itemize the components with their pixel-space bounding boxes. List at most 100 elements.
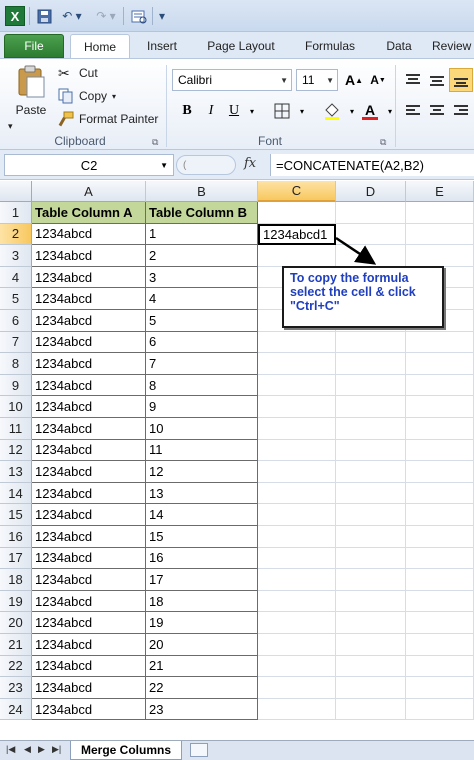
- insert-sheet-icon[interactable]: [190, 743, 208, 757]
- align-left-button[interactable]: [401, 99, 425, 123]
- table-cell[interactable]: 1234abcd: [32, 504, 146, 526]
- row-header[interactable]: 10: [0, 396, 32, 418]
- row-header[interactable]: 5: [0, 288, 32, 310]
- table-cell[interactable]: 14: [146, 504, 258, 526]
- table-cell[interactable]: 22: [146, 677, 258, 699]
- empty-cell[interactable]: [406, 655, 474, 678]
- empty-cell[interactable]: [258, 569, 336, 591]
- font-launcher-icon[interactable]: ⧉: [380, 137, 386, 148]
- table-cell[interactable]: 1234abcd: [32, 526, 146, 548]
- align-middle-button[interactable]: [425, 68, 449, 92]
- tab-home[interactable]: Home: [70, 34, 130, 59]
- row-header[interactable]: 4: [0, 266, 32, 289]
- empty-cell[interactable]: [336, 461, 406, 483]
- row-header[interactable]: 13: [0, 461, 32, 483]
- empty-cell[interactable]: [406, 223, 474, 246]
- table-cell[interactable]: 8: [146, 374, 258, 397]
- first-sheet-icon[interactable]: |◀: [6, 744, 15, 755]
- empty-cell[interactable]: [406, 590, 474, 613]
- empty-cell[interactable]: [336, 655, 406, 678]
- empty-cell[interactable]: [258, 202, 336, 224]
- table-cell[interactable]: 6: [146, 331, 258, 354]
- column-header-b[interactable]: B: [146, 181, 258, 202]
- empty-cell[interactable]: [258, 353, 336, 375]
- redo-icon[interactable]: ↷ ▾: [92, 6, 120, 26]
- tab-data[interactable]: Data: [374, 34, 424, 58]
- empty-cell[interactable]: [336, 569, 406, 591]
- row-header[interactable]: 18: [0, 569, 32, 591]
- table-cell[interactable]: 1234abcd: [32, 396, 146, 418]
- table-cell[interactable]: 1234abcd: [32, 461, 146, 483]
- undo-icon[interactable]: ↶ ▾: [58, 6, 86, 26]
- borders-dropdown-icon[interactable]: ▾: [290, 99, 314, 123]
- column-header-e[interactable]: E: [406, 181, 474, 202]
- empty-cell[interactable]: [258, 590, 336, 613]
- empty-cell[interactable]: [258, 504, 336, 526]
- row-header[interactable]: 24: [0, 698, 32, 721]
- name-box[interactable]: C2 ▼: [4, 154, 174, 176]
- row-header[interactable]: 12: [0, 439, 32, 462]
- empty-cell[interactable]: [336, 202, 406, 224]
- row-header[interactable]: 2: [0, 223, 32, 246]
- row-header[interactable]: 23: [0, 677, 32, 699]
- table-cell[interactable]: 23: [146, 698, 258, 721]
- table-cell[interactable]: 1234abcd: [32, 547, 146, 570]
- table-cell[interactable]: 17: [146, 569, 258, 591]
- row-header[interactable]: 8: [0, 353, 32, 375]
- insert-function-button[interactable]: fx: [244, 156, 256, 171]
- paste-button[interactable]: Paste: [10, 65, 52, 117]
- empty-cell[interactable]: [336, 634, 406, 656]
- font-size-dropdown[interactable]: 11 ▼: [296, 69, 338, 91]
- empty-cell[interactable]: [258, 634, 336, 656]
- table-cell[interactable]: 1234abcd: [32, 677, 146, 699]
- clipboard-launcher-icon[interactable]: ⧉: [152, 137, 158, 148]
- shrink-font-button[interactable]: A ▼: [366, 68, 390, 92]
- empty-cell[interactable]: [336, 677, 406, 699]
- row-header[interactable]: 21: [0, 634, 32, 656]
- table-cell[interactable]: 1234abcd: [32, 288, 146, 310]
- tab-insert[interactable]: Insert: [136, 34, 188, 58]
- row-header[interactable]: 19: [0, 590, 32, 613]
- empty-cell[interactable]: [258, 526, 336, 548]
- table-cell[interactable]: 20: [146, 634, 258, 656]
- empty-cell[interactable]: [406, 677, 474, 699]
- table-cell[interactable]: 1234abcd: [32, 439, 146, 462]
- empty-cell[interactable]: [258, 612, 336, 634]
- table-cell[interactable]: 1: [146, 223, 258, 246]
- table-cell[interactable]: 21: [146, 655, 258, 678]
- empty-cell[interactable]: [258, 461, 336, 483]
- next-sheet-icon[interactable]: ▶: [38, 744, 45, 755]
- copy-dropdown-icon[interactable]: ▾: [112, 92, 116, 101]
- empty-cell[interactable]: [406, 461, 474, 483]
- row-header[interactable]: 9: [0, 374, 32, 397]
- table-cell[interactable]: 12: [146, 461, 258, 483]
- empty-cell[interactable]: [336, 331, 406, 354]
- empty-cell[interactable]: [336, 223, 406, 246]
- table-cell[interactable]: 1234abcd: [32, 353, 146, 375]
- empty-cell[interactable]: [258, 245, 336, 267]
- column-header-c[interactable]: C: [258, 181, 336, 202]
- row-header[interactable]: 22: [0, 655, 32, 678]
- empty-cell[interactable]: [258, 396, 336, 418]
- paste-dropdown-icon[interactable]: ▾: [8, 121, 13, 132]
- table-cell[interactable]: 11: [146, 439, 258, 462]
- row-header[interactable]: 1: [0, 202, 32, 224]
- empty-cell[interactable]: [336, 590, 406, 613]
- italic-button[interactable]: I: [199, 99, 223, 123]
- empty-cell[interactable]: [406, 439, 474, 462]
- row-header[interactable]: 7: [0, 331, 32, 354]
- table-cell[interactable]: 5: [146, 310, 258, 332]
- empty-cell[interactable]: [258, 677, 336, 699]
- table-cell[interactable]: 3: [146, 266, 258, 289]
- select-all-corner[interactable]: [0, 181, 32, 202]
- prev-sheet-icon[interactable]: ◀: [24, 744, 31, 755]
- empty-cell[interactable]: [406, 547, 474, 570]
- empty-cell[interactable]: [258, 439, 336, 462]
- sheet-tab-merge-columns[interactable]: Merge Columns: [70, 741, 182, 760]
- empty-cell[interactable]: [258, 547, 336, 570]
- empty-cell[interactable]: [406, 504, 474, 526]
- table-cell[interactable]: 1234abcd: [32, 418, 146, 440]
- print-preview-icon[interactable]: [128, 6, 150, 26]
- empty-cell[interactable]: [336, 418, 406, 440]
- empty-cell[interactable]: [258, 482, 336, 505]
